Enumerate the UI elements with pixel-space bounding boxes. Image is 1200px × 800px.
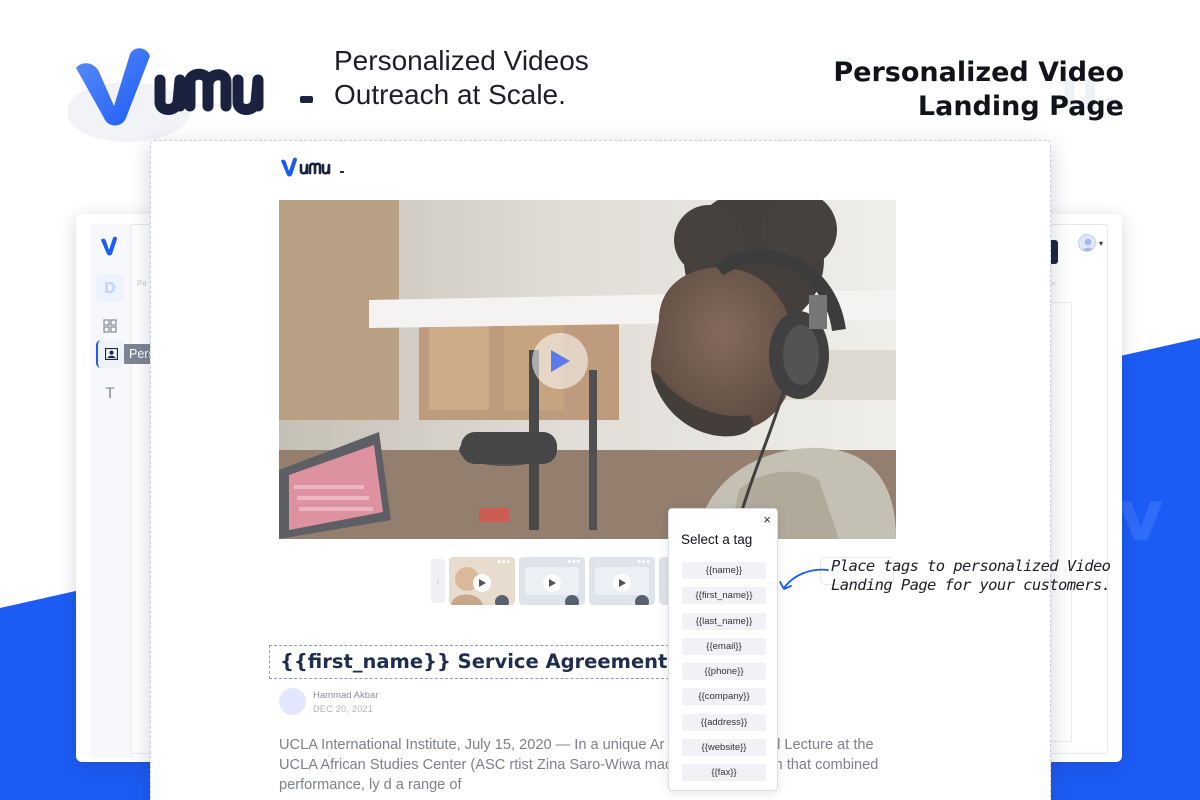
article-body: UCLA International Institute, July 15, 2… <box>279 737 879 793</box>
tag-list: {{name}} {{first_name}} {{last_name}} {{… <box>682 562 766 790</box>
vumu-logo <box>68 48 313 142</box>
thumbnail-play-icon[interactable] <box>543 574 561 592</box>
tag-item-email[interactable]: {{email}} <box>682 637 766 655</box>
sidebar-item-d[interactable]: D <box>96 274 124 302</box>
user-avatar-icon[interactable] <box>1078 234 1096 252</box>
thumbnail-badge <box>635 595 649 605</box>
page-heading-line-2: Landing Page <box>917 91 1124 122</box>
author-avatar <box>279 688 306 715</box>
avatar-caret-icon[interactable]: ▾ <box>1099 239 1103 248</box>
annotation-text: Place tags to personalized Video Landing… <box>831 557 1111 595</box>
annotation-line-2: Landing Page for your customers. <box>831 576 1111 594</box>
page-heading-line-1: Personalized Video <box>833 57 1124 88</box>
tag-item-name[interactable]: {{name}} <box>682 562 766 579</box>
tagline: Personalized Videos Outreach at Scale. <box>334 44 589 112</box>
tagline-line-2: Outreach at Scale. <box>334 79 566 110</box>
tag-item-last-name[interactable]: {{last_name}} <box>682 612 766 630</box>
faded-label-left: Pe <box>137 279 147 288</box>
tag-item-first-name[interactable]: {{first_name}} <box>682 587 766 605</box>
tag-item-website[interactable]: {{website}} <box>682 739 766 757</box>
page-heading: Personalized Video Landing Page <box>833 56 1124 124</box>
thumbnail-menu-icon[interactable]: ••• <box>497 557 511 568</box>
svg-text:v: v <box>1118 475 1164 557</box>
page-title[interactable]: {{first_name}} Service Agreement- Sal <box>280 650 669 673</box>
thumbnail-badge <box>565 595 579 605</box>
thumbnail-play-icon[interactable] <box>613 574 631 592</box>
app-sidebar <box>90 224 132 758</box>
video-play-button[interactable] <box>532 333 588 389</box>
person-card-icon <box>104 348 118 360</box>
title-edit-box[interactable]: {{first_name}} Service Agreement- Sal <box>269 645 669 679</box>
tag-picker-title: Select a tag <box>681 532 753 547</box>
thumbnail-play-icon[interactable] <box>473 574 491 592</box>
thumbnail-3[interactable]: ••• <box>589 557 655 605</box>
tag-item-address[interactable]: {{address}} <box>682 713 766 731</box>
tag-item-phone[interactable]: {{phone}} <box>682 663 766 681</box>
annotation-arrow-icon <box>779 568 829 590</box>
annotation-line-1: Place tags to personalized Video <box>831 557 1111 575</box>
tag-item-company[interactable]: {{company}} <box>682 688 766 706</box>
text-icon[interactable]: T <box>96 380 124 408</box>
promo-canvas: v Personalized Videos Outreach at Scale.… <box>0 0 1200 800</box>
grid-icon[interactable] <box>96 312 124 340</box>
thumbnail-badge <box>495 595 509 605</box>
close-icon[interactable]: × <box>763 512 771 527</box>
tagline-line-1: Personalized Videos <box>334 45 589 76</box>
play-icon <box>551 350 570 372</box>
landing-vumu-logo <box>281 157 344 177</box>
app-right-panel <box>1050 302 1072 742</box>
tag-item-fax[interactable]: {{fax}} <box>682 764 766 782</box>
landing-page-preview: ‹ ••• ••• ••• {{first_name}} Service Agr… <box>150 140 1051 800</box>
author-name: Hammad Akbar <box>313 690 379 701</box>
thumbnail-menu-icon[interactable]: ••• <box>567 557 581 568</box>
video-player[interactable] <box>279 200 896 539</box>
sidebar-logo-icon[interactable] <box>96 232 124 260</box>
sidebar-item-personalization[interactable] <box>96 340 124 368</box>
video-frame-image <box>279 200 896 539</box>
thumbnail-2[interactable]: ••• <box>519 557 585 605</box>
thumbnail-prev-button[interactable]: ‹ <box>431 559 445 603</box>
author-date: DEC 20, 2021 <box>313 704 374 714</box>
thumbnail-1[interactable]: ••• <box>449 557 515 605</box>
tag-picker-popover: × Select a tag {{name}} {{first_name}} {… <box>668 508 778 791</box>
thumbnail-menu-icon[interactable]: ••• <box>637 557 651 568</box>
